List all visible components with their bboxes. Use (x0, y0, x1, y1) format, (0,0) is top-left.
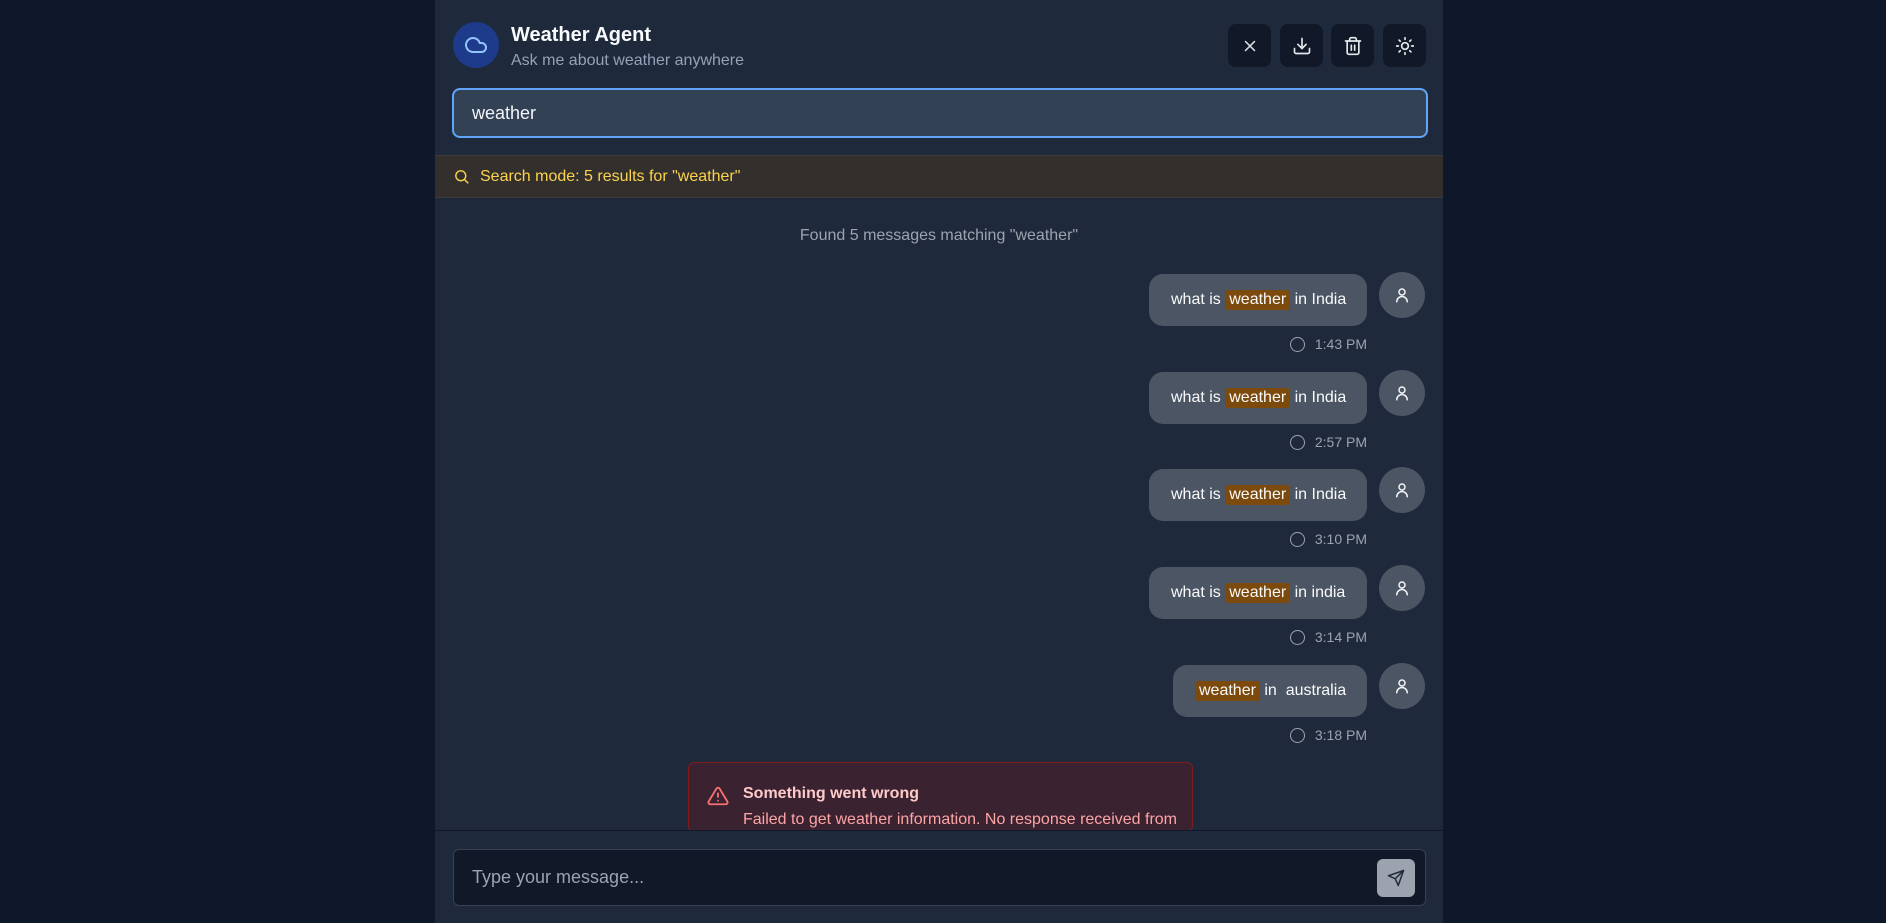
sun-icon (1395, 36, 1414, 55)
theme-toggle-button[interactable] (1383, 24, 1426, 67)
user-avatar (1379, 272, 1425, 318)
message-text-after: in India (1290, 291, 1347, 308)
status-circle-icon (1289, 727, 1305, 743)
message-bubble: weather in australia (1173, 665, 1367, 717)
status-circle-icon (1289, 336, 1305, 352)
close-icon (1244, 40, 1255, 51)
cloud-icon (453, 22, 499, 68)
search-icon (455, 170, 469, 184)
message-text-before: what is (1171, 584, 1226, 601)
user-avatar (1379, 467, 1425, 513)
status-circle-icon (1289, 434, 1305, 450)
message-text-after: in India (1290, 486, 1347, 503)
user-avatar (1379, 663, 1425, 709)
trash-icon (1344, 36, 1361, 55)
message-text-after: in australia (1259, 682, 1347, 699)
search-match-highlight: weather (1225, 583, 1291, 603)
message-timestamp: 3:18 PM (1314, 727, 1367, 743)
chat-app: Weather Agent Ask me about weather anywh… (435, 0, 1443, 923)
error-title: Something went wrong (743, 785, 919, 802)
user-icon (1396, 483, 1408, 498)
download-icon (1293, 37, 1310, 54)
close-search-button[interactable] (1228, 24, 1271, 67)
status-circle-icon (1289, 531, 1305, 547)
message-bubble: what is weather in India (1149, 274, 1367, 326)
error-message: Failed to get weather information. No re… (743, 811, 1177, 828)
app-title: Weather Agent (511, 24, 652, 46)
warning-icon (707, 786, 729, 806)
search-mode-text: Search mode: 5 results for "weather" (480, 167, 741, 185)
send-button[interactable] (1377, 859, 1415, 897)
composer (435, 830, 1443, 923)
message-text-before: what is (1171, 389, 1226, 406)
delete-button[interactable] (1331, 24, 1374, 67)
message-meta: 1:43 PM (1289, 336, 1367, 352)
header: Weather Agent Ask me about weather anywh… (435, 0, 1443, 155)
message-text-after: in India (1290, 389, 1347, 406)
search-mode-banner: Search mode: 5 results for "weather" (435, 155, 1443, 198)
message-text-after: in india (1290, 584, 1346, 601)
search-input[interactable] (452, 88, 1428, 138)
user-icon (1396, 679, 1408, 694)
message-meta: 3:18 PM (1289, 727, 1367, 743)
user-icon (1396, 581, 1408, 596)
message-meta: 3:10 PM (1289, 531, 1367, 547)
message-timestamp: 3:10 PM (1314, 531, 1367, 547)
message-input[interactable] (453, 849, 1426, 906)
search-match-highlight: weather (1195, 681, 1260, 701)
message-text-before: what is (1171, 291, 1226, 308)
message-timestamp: 2:57 PM (1314, 434, 1367, 450)
message-text-before: what is (1171, 486, 1226, 503)
search-results-summary: Found 5 messages matching "weather" (799, 227, 1079, 244)
message-timestamp: 3:14 PM (1314, 629, 1367, 645)
message-bubble: what is weather in India (1149, 469, 1367, 521)
send-icon (1387, 869, 1405, 887)
message-meta: 3:14 PM (1289, 629, 1367, 645)
user-icon (1396, 386, 1408, 401)
message-bubble: what is weather in india (1149, 567, 1367, 619)
user-avatar (1379, 565, 1425, 611)
message-meta: 2:57 PM (1289, 434, 1367, 450)
download-button[interactable] (1280, 24, 1323, 67)
user-icon (1396, 288, 1408, 303)
app-subtitle: Ask me about weather anywhere (511, 52, 745, 69)
user-avatar (1379, 370, 1425, 416)
search-match-highlight: weather (1225, 388, 1291, 408)
error-alert: Something went wrong Failed to get weath… (688, 762, 1193, 832)
status-circle-icon (1289, 629, 1305, 645)
message-timestamp: 1:43 PM (1314, 336, 1367, 352)
message-bubble: what is weather in India (1149, 372, 1367, 424)
search-match-highlight: weather (1225, 290, 1291, 310)
search-match-highlight: weather (1225, 485, 1291, 505)
